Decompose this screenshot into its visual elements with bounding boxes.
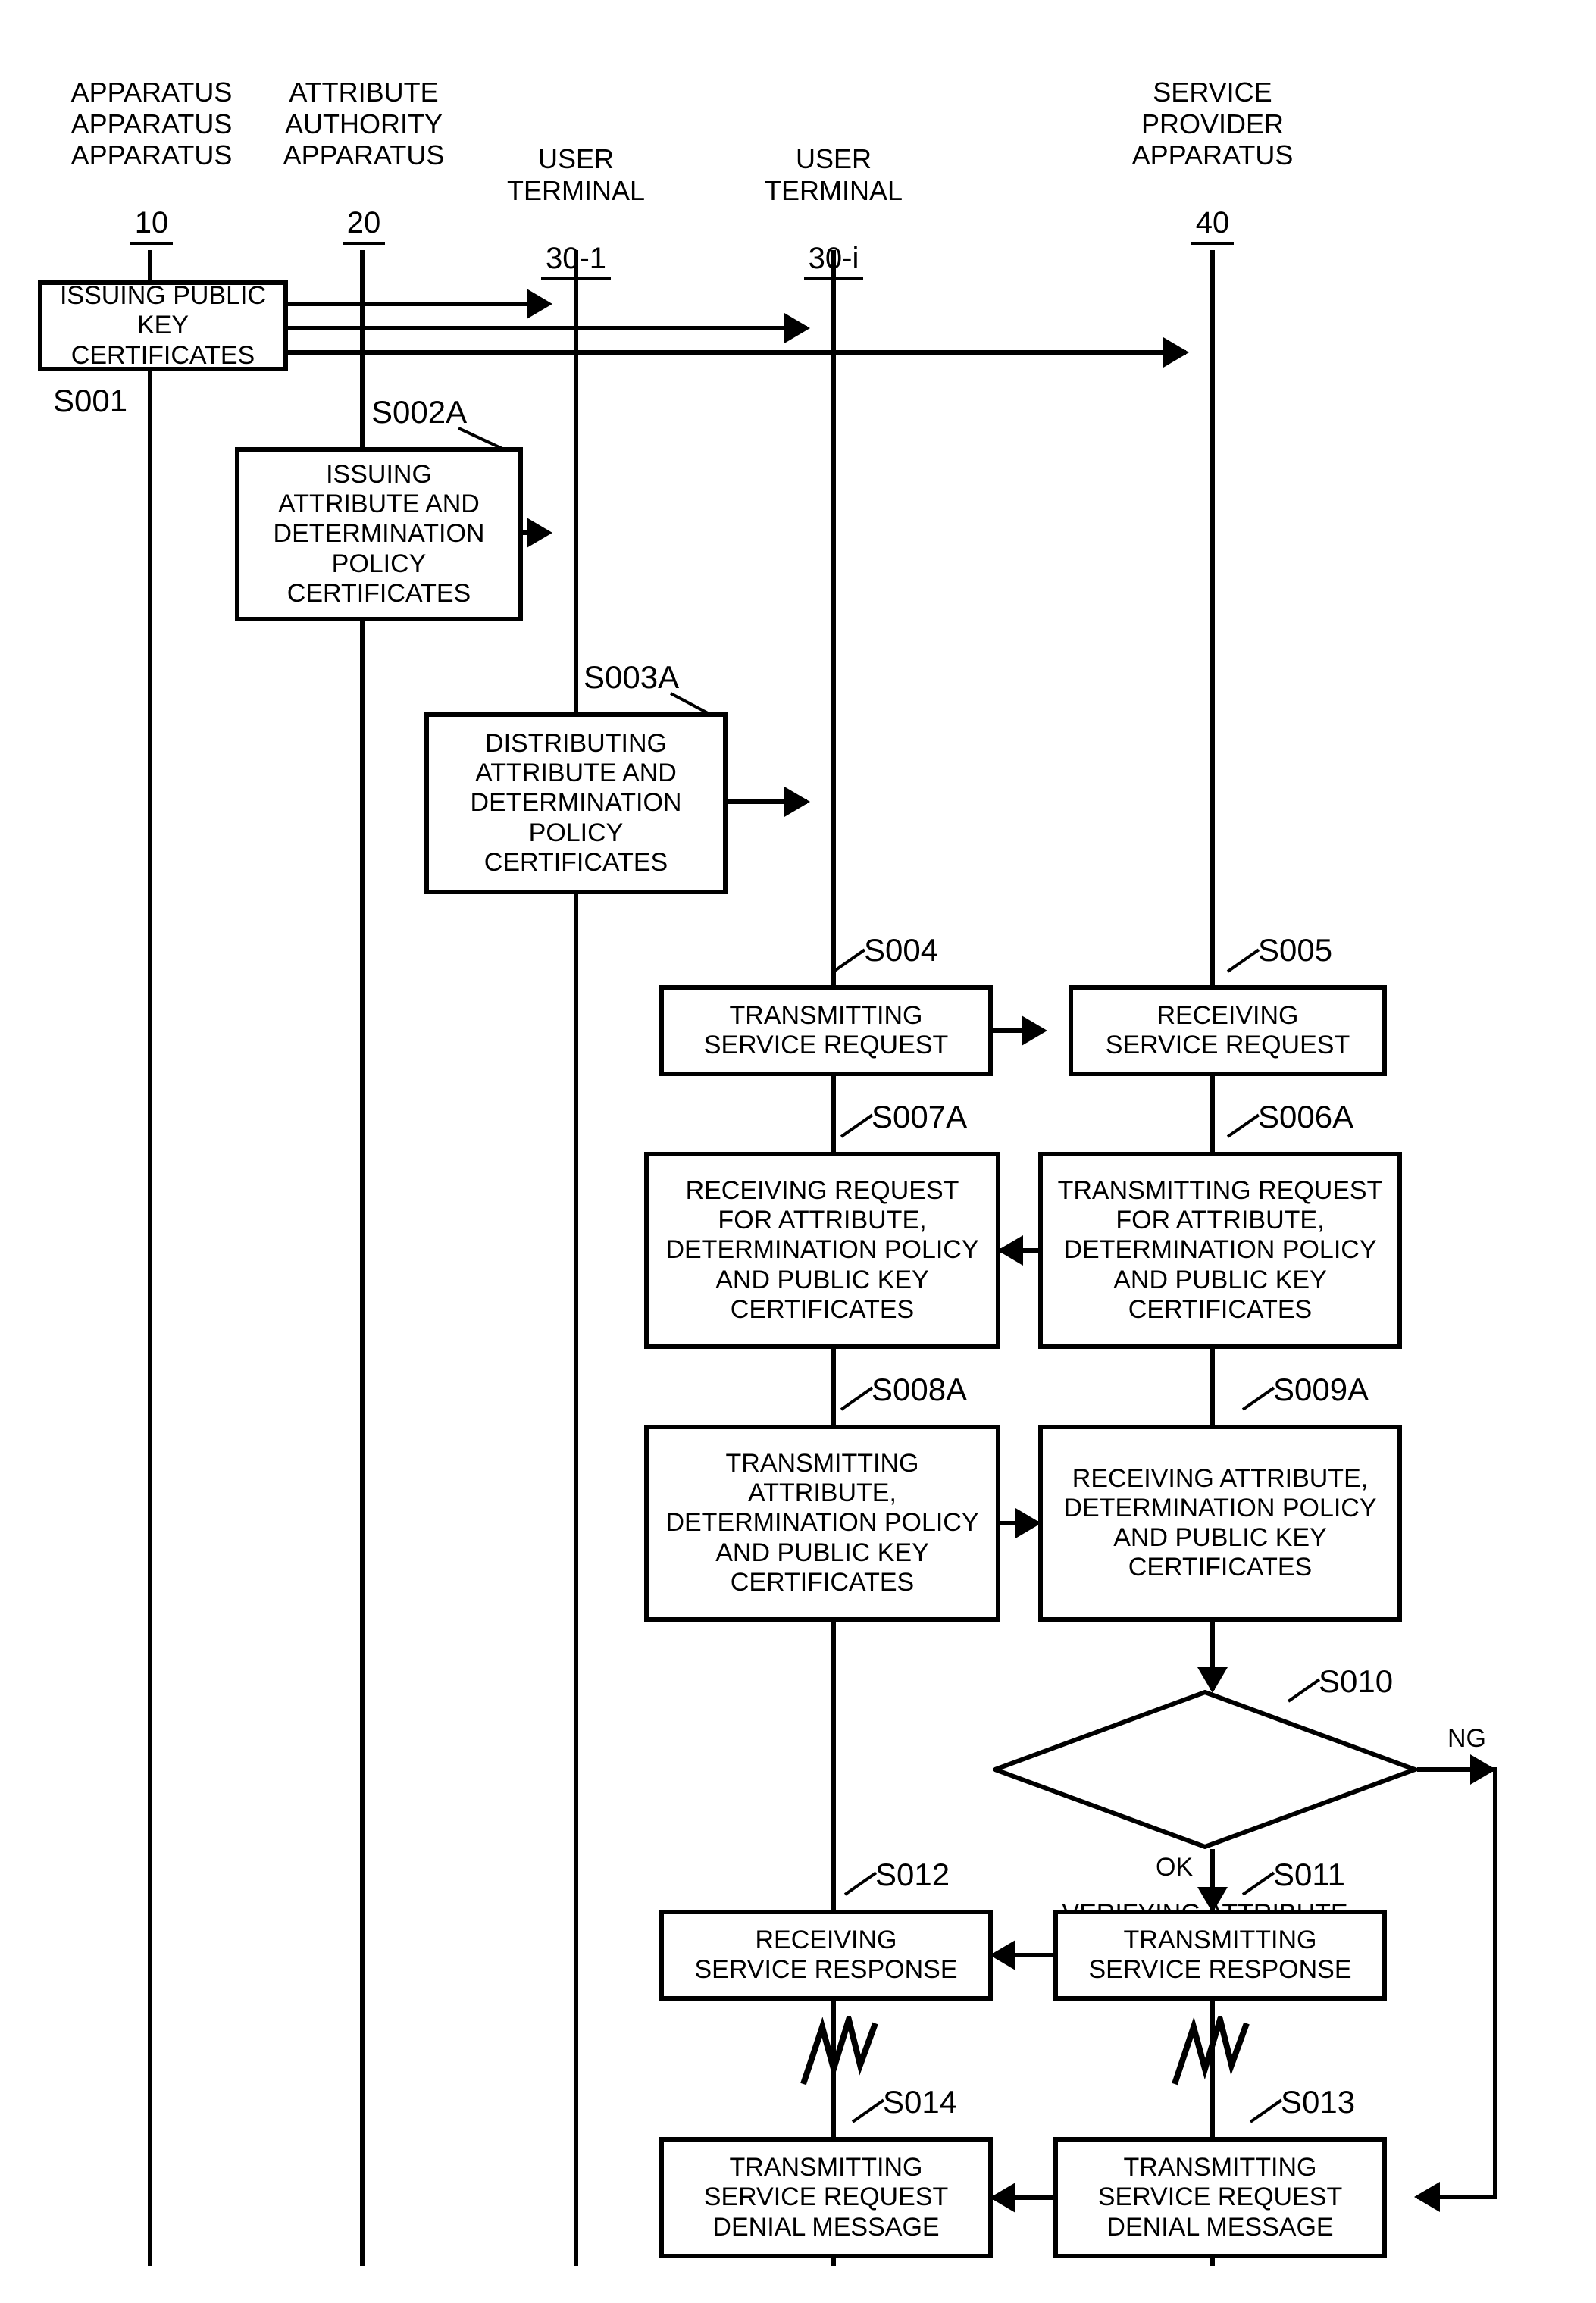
step-text: RECEIVING ATTRIBUTE, DETERMINATION POLIC… — [1063, 1464, 1376, 1582]
arrow-ng-into-s013 — [1417, 2195, 1493, 2199]
step-label-s010: S010 — [1319, 1663, 1393, 1700]
lane-title: ATTRIBUTE AUTHORITY APPARATUS — [283, 77, 445, 171]
arrow-s002a — [523, 530, 549, 535]
step-s012: RECEIVING SERVICE RESPONSE — [659, 1910, 993, 2001]
ng-vline — [1493, 1767, 1497, 2199]
lane-num: 40 — [1191, 205, 1235, 245]
step-s002a: ISSUING ATTRIBUTE AND DETERMINATION POLI… — [235, 447, 523, 621]
lane-title: USER TERMINAL — [507, 143, 645, 205]
branch-ok: OK — [1156, 1853, 1193, 1882]
step-label-s014: S014 — [883, 2084, 957, 2120]
step-label-s006a: S006A — [1258, 1099, 1353, 1135]
branch-ng: NG — [1447, 1724, 1486, 1754]
step-label-s003a: S003A — [584, 659, 679, 696]
step-s011: TRANSMITTING SERVICE RESPONSE — [1053, 1910, 1387, 2001]
leader-s005 — [1227, 949, 1260, 973]
decision-s010: VERIFYING ATTRIBUTE CERTIFICATE — [993, 1690, 1417, 1849]
lifeline-1 — [148, 250, 152, 2266]
arrow-s011-s012 — [993, 1953, 1053, 1957]
lane-num: 10 — [130, 205, 174, 245]
arrow-ok — [1210, 1849, 1215, 1910]
step-s014: TRANSMITTING SERVICE REQUEST DENIAL MESS… — [659, 2137, 993, 2258]
step-text: TRANSMITTING SERVICE REQUEST — [704, 1001, 948, 1060]
arrow-s001-sp — [288, 350, 1186, 355]
step-s013: TRANSMITTING SERVICE REQUEST DENIAL MESS… — [1053, 2137, 1387, 2258]
step-label-s002a: S002A — [371, 394, 467, 430]
lane-title: APPARATUS APPARATUS APPARATUS — [71, 77, 233, 171]
step-label-s009a: S009A — [1273, 1372, 1369, 1408]
arrow-ng-h — [1417, 1767, 1493, 1772]
leader-s006a — [1227, 1114, 1260, 1138]
arrow-s013-s014 — [993, 2195, 1053, 2200]
lane-header-2: ATTRIBUTE AUTHORITY APPARATUS 20 — [265, 45, 462, 245]
break-icon-right — [1167, 2016, 1258, 2092]
step-label-s005: S005 — [1258, 932, 1332, 968]
arrow-s001-ut1 — [288, 302, 549, 306]
step-s006a: TRANSMITTING REQUEST FOR ATTRIBUTE, DETE… — [1038, 1152, 1402, 1349]
lifeline-3 — [574, 250, 578, 2266]
step-text: DISTRIBUTING ATTRIBUTE AND DETERMINATION… — [435, 729, 717, 877]
step-s009a: RECEIVING ATTRIBUTE, DETERMINATION POLIC… — [1038, 1425, 1402, 1622]
step-text: TRANSMITTING SERVICE REQUEST DENIAL MESS… — [704, 2153, 948, 2242]
leader-s013 — [1250, 2099, 1282, 2123]
step-s008a: TRANSMITTING ATTRIBUTE, DETERMINATION PO… — [644, 1425, 1000, 1622]
leader-s012 — [844, 1872, 877, 1896]
step-s007a: RECEIVING REQUEST FOR ATTRIBUTE, DETERMI… — [644, 1152, 1000, 1349]
step-text: RECEIVING SERVICE RESPONSE — [694, 1926, 957, 1985]
leader-s007a — [840, 1114, 873, 1138]
lane-header-1: APPARATUS APPARATUS APPARATUS 10 — [53, 45, 250, 245]
step-label-s011: S011 — [1273, 1857, 1345, 1893]
step-label-s013: S013 — [1281, 2084, 1355, 2120]
step-s004: TRANSMITTING SERVICE REQUEST — [659, 985, 993, 1076]
break-icon-left — [796, 2016, 887, 2092]
step-s003a: DISTRIBUTING ATTRIBUTE AND DETERMINATION… — [424, 712, 728, 894]
step-text: TRANSMITTING REQUEST FOR ATTRIBUTE, DETE… — [1058, 1176, 1383, 1324]
step-text: RECEIVING SERVICE REQUEST — [1106, 1001, 1350, 1060]
step-label-s004: S004 — [864, 932, 938, 968]
step-label-s001: S001 — [53, 383, 127, 419]
arrow-s006a-s007a — [1000, 1248, 1038, 1253]
lane-title: USER TERMINAL — [765, 143, 903, 205]
step-label-s012: S012 — [875, 1857, 950, 1893]
arrow-into-s010 — [1210, 1622, 1215, 1690]
lane-title: SERVICE PROVIDER APPARATUS — [1132, 77, 1294, 171]
step-text: TRANSMITTING ATTRIBUTE, DETERMINATION PO… — [665, 1449, 978, 1597]
leader-s008a — [840, 1387, 873, 1411]
lane-num: 20 — [343, 205, 386, 245]
leader-s009a — [1242, 1387, 1275, 1411]
step-text: ISSUING PUBLIC KEY CERTIFICATES — [49, 281, 277, 370]
step-text: RECEIVING REQUEST FOR ATTRIBUTE, DETERMI… — [665, 1176, 978, 1324]
leader-s014 — [852, 2099, 884, 2123]
step-text: TRANSMITTING SERVICE RESPONSE — [1088, 1926, 1351, 1985]
arrow-s001-uti — [288, 326, 807, 330]
arrow-s008a-s009a — [1000, 1521, 1038, 1525]
arrow-s003a — [728, 799, 807, 804]
step-text: ISSUING ATTRIBUTE AND DETERMINATION POLI… — [246, 460, 512, 608]
step-s001: ISSUING PUBLIC KEY CERTIFICATES — [38, 280, 288, 371]
arrow-s004-s005 — [993, 1028, 1044, 1033]
step-s005: RECEIVING SERVICE REQUEST — [1069, 985, 1387, 1076]
step-label-s008a: S008A — [872, 1372, 967, 1408]
step-text: TRANSMITTING SERVICE REQUEST DENIAL MESS… — [1098, 2153, 1342, 2242]
step-label-s007a: S007A — [872, 1099, 967, 1135]
leader-s004 — [833, 949, 865, 973]
lane-header-5: SERVICE PROVIDER APPARATUS 40 — [1106, 45, 1319, 245]
